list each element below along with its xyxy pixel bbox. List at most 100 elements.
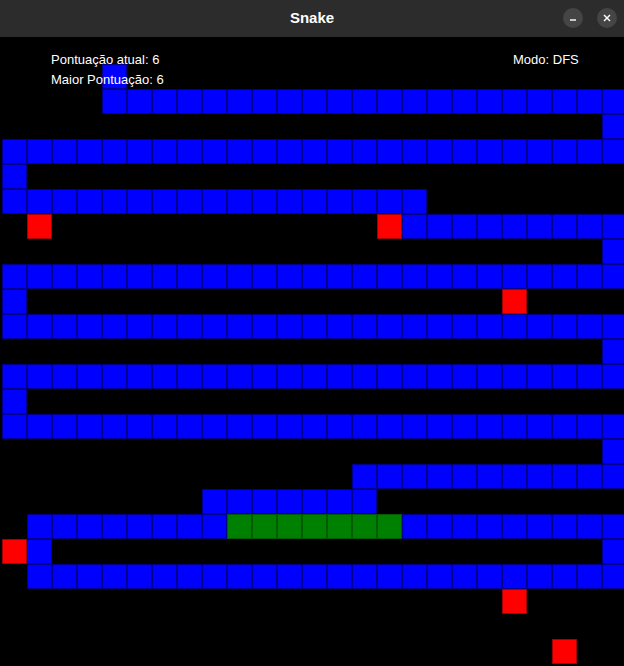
snake-cell <box>427 464 452 489</box>
snake-cell <box>352 89 377 114</box>
snake-cell <box>127 264 152 289</box>
snake-cell <box>277 364 302 389</box>
snake-cell <box>302 314 327 339</box>
snake-cell <box>177 514 202 539</box>
snake-cell <box>202 89 227 114</box>
snake-cell <box>577 364 602 389</box>
snake-cell <box>552 314 577 339</box>
snake-cell <box>202 264 227 289</box>
snake-cell <box>277 489 302 514</box>
snake-cell <box>202 489 227 514</box>
game-board <box>2 39 624 664</box>
snake-cell <box>177 414 202 439</box>
snake-cell <box>2 289 27 314</box>
snake-cell <box>27 314 52 339</box>
snake-cell <box>402 464 427 489</box>
snake-cell <box>127 364 152 389</box>
snake-cell <box>577 314 602 339</box>
close-button[interactable] <box>597 8 617 28</box>
snake-cell <box>377 264 402 289</box>
game-area: Pontuação atual: 6Maior Pontuação: 6Modo… <box>0 37 624 666</box>
snake-cell <box>252 364 277 389</box>
minimize-button[interactable] <box>563 8 583 28</box>
snake-cell <box>427 364 452 389</box>
snake-cell <box>402 414 427 439</box>
path-cell <box>352 514 377 539</box>
snake-cell <box>402 189 427 214</box>
snake-cell <box>152 564 177 589</box>
snake-cell <box>377 464 402 489</box>
snake-cell <box>252 189 277 214</box>
snake-cell <box>2 264 27 289</box>
snake-cell <box>77 564 102 589</box>
snake-cell <box>602 539 624 564</box>
snake-cell <box>577 464 602 489</box>
food-cell <box>27 214 52 239</box>
snake-cell <box>302 89 327 114</box>
snake-cell <box>202 514 227 539</box>
snake-cell <box>352 189 377 214</box>
snake-cell <box>102 139 127 164</box>
snake-cell <box>527 264 552 289</box>
snake-cell <box>377 414 402 439</box>
snake-cell <box>302 364 327 389</box>
snake-cell <box>252 314 277 339</box>
snake-cell <box>327 189 352 214</box>
snake-cell <box>502 314 527 339</box>
snake-cell <box>352 564 377 589</box>
snake-cell <box>202 189 227 214</box>
snake-cell <box>77 514 102 539</box>
snake-cell <box>377 564 402 589</box>
snake-cell <box>452 414 477 439</box>
snake-cell <box>152 364 177 389</box>
snake-cell <box>352 364 377 389</box>
snake-cell <box>602 564 624 589</box>
snake-cell <box>427 564 452 589</box>
snake-cell <box>52 264 77 289</box>
snake-cell <box>352 464 377 489</box>
snake-cell <box>27 189 52 214</box>
snake-cell <box>227 139 252 164</box>
snake-cell <box>452 139 477 164</box>
snake-cell <box>152 139 177 164</box>
snake-cell <box>502 464 527 489</box>
title-bar[interactable]: Snake <box>0 0 624 37</box>
snake-cell <box>127 89 152 114</box>
snake-cell <box>2 314 27 339</box>
snake-cell <box>477 214 502 239</box>
snake-cell <box>602 364 624 389</box>
snake-cell <box>452 214 477 239</box>
snake-cell <box>102 314 127 339</box>
snake-cell <box>377 189 402 214</box>
snake-cell <box>102 189 127 214</box>
snake-cell <box>477 464 502 489</box>
snake-cell <box>152 514 177 539</box>
snake-cell <box>177 564 202 589</box>
snake-cell <box>302 489 327 514</box>
snake-cell <box>352 264 377 289</box>
close-icon <box>602 13 612 23</box>
snake-cell <box>2 139 27 164</box>
path-cell <box>252 514 277 539</box>
best-score: Maior Pontuação: 6 <box>51 70 164 90</box>
snake-cell <box>52 314 77 339</box>
snake-cell <box>602 439 624 464</box>
snake-cell <box>502 414 527 439</box>
minimize-icon <box>568 13 578 23</box>
snake-cell <box>102 564 127 589</box>
snake-cell <box>327 264 352 289</box>
snake-cell <box>277 564 302 589</box>
snake-cell <box>252 414 277 439</box>
snake-cell <box>277 264 302 289</box>
snake-window: SnakePontuação atual: 6Maior Pontuação: … <box>0 0 624 666</box>
snake-cell <box>2 414 27 439</box>
snake-cell <box>427 89 452 114</box>
snake-cell <box>277 139 302 164</box>
snake-cell <box>102 514 127 539</box>
snake-cell <box>427 214 452 239</box>
snake-cell <box>77 414 102 439</box>
path-cell <box>277 514 302 539</box>
snake-cell <box>377 314 402 339</box>
snake-cell <box>202 564 227 589</box>
snake-cell <box>52 514 77 539</box>
